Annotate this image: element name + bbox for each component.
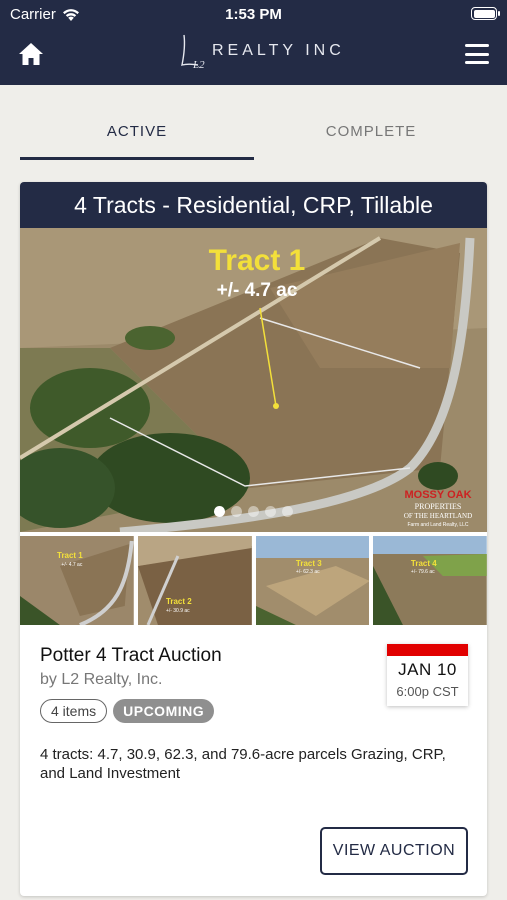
top-bar: Carrier 1:53 PM L2 REALTY INC xyxy=(0,0,507,85)
carousel-dot[interactable] xyxy=(214,506,225,517)
hero-tract-label: Tract 1 xyxy=(209,244,306,277)
thumb-label: Tract 3 xyxy=(295,559,321,568)
watermark-line-4: Farm and Land Realty, LLC xyxy=(407,522,468,528)
view-auction-button[interactable]: VIEW AUCTION xyxy=(320,827,468,875)
hero-image[interactable]: Tract 1 +/- 4.7 ac MOSSY OAK PROPERTIES … xyxy=(20,228,487,532)
thumb-label: Tract 2 xyxy=(166,597,192,606)
chip-row: 4 items UPCOMING xyxy=(40,699,215,723)
battery-icon xyxy=(471,7,500,20)
carousel-dot[interactable] xyxy=(282,506,293,517)
home-icon[interactable] xyxy=(18,42,44,66)
tab-bar: ACTIVE COMPLETE xyxy=(20,108,487,162)
thumbnail-tract-1[interactable]: Tract 1 +/- 4.7 ac xyxy=(20,536,134,625)
listing-banner-title: 4 Tracts - Residential, CRP, Tillable xyxy=(20,182,487,228)
l2-logo-mark-icon: L2 xyxy=(181,34,205,71)
status-bar: Carrier 1:53 PM xyxy=(0,0,507,28)
thumb-acreage: +/- 79.6 ac xyxy=(411,569,435,575)
tab-complete[interactable]: COMPLETE xyxy=(254,108,488,160)
thumb-acreage: +/- 62.3 ac xyxy=(295,569,319,575)
carousel-dot[interactable] xyxy=(231,506,242,517)
calendar-header-bar xyxy=(387,644,468,656)
carousel-dot[interactable] xyxy=(248,506,259,517)
thumb-acreage: +/- 4.7 ac xyxy=(61,562,82,568)
thumbnail-tract-3[interactable]: Tract 3 +/- 62.3 ac xyxy=(255,536,370,625)
status-badge: UPCOMING xyxy=(113,699,215,723)
thumb-label: Tract 4 xyxy=(411,559,437,568)
auction-byline: by L2 Realty, Inc. xyxy=(40,671,163,688)
thumbnail-strip: Tract 1 +/- 4.7 ac Tract 2 +/- 30.9 ac T… xyxy=(20,536,487,625)
thumbnail-tract-2[interactable]: Tract 2 +/- 30.9 ac xyxy=(137,536,252,625)
auction-date: JAN 10 xyxy=(398,660,457,679)
thumb-acreage: +/- 30.9 ac xyxy=(166,608,190,614)
logo-text: REALTY INC xyxy=(212,42,345,59)
logo-mark-text: L2 xyxy=(192,59,205,71)
hero-tract-acreage: +/- 4.7 ac xyxy=(217,280,298,301)
brand-logo[interactable]: L2 REALTY INC xyxy=(176,31,345,71)
auction-date-calendar: JAN 10 6:00p CST xyxy=(387,644,468,706)
items-count-chip: 4 items xyxy=(40,699,108,723)
thumbnail-tract-4[interactable]: Tract 4 +/- 79.6 ac xyxy=(373,536,487,625)
status-time: 1:53 PM xyxy=(225,6,282,23)
tab-active[interactable]: ACTIVE xyxy=(20,108,254,160)
watermark-line-1: MOSSY OAK xyxy=(404,489,471,501)
menu-icon[interactable] xyxy=(465,44,489,64)
auction-description: 4 tracts: 4.7, 30.9, 62.3, and 79.6-acre… xyxy=(40,746,446,782)
auction-title[interactable]: Potter 4 Tract Auction xyxy=(40,645,222,667)
carousel-dot[interactable] xyxy=(265,506,276,517)
thumb-label: Tract 1 xyxy=(57,551,83,560)
auction-time: 6:00p CST xyxy=(396,684,459,699)
auction-card: 4 Tracts - Residential, CRP, Tillable Tr… xyxy=(20,182,487,896)
carousel-dots xyxy=(20,506,487,517)
